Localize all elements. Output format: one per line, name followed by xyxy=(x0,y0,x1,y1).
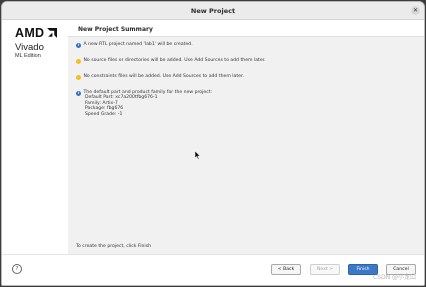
new-project-dialog: New Project ✕ AMD Vivado ML Edition New … xyxy=(1,1,425,286)
message-text: No constraints files will be added. Use … xyxy=(83,74,244,79)
warning-icon xyxy=(76,75,81,80)
summary-content: i A new RTL project named 'lab1' will be… xyxy=(68,37,424,255)
message-text: A new RTL project named 'lab1' will be c… xyxy=(83,42,193,47)
main-panel: New Project Summary i A new RTL project … xyxy=(68,20,424,255)
message-text: No source files or directories will be a… xyxy=(83,58,266,63)
info-icon: i xyxy=(76,43,81,48)
info-icon: i xyxy=(76,91,81,96)
page-title: New Project Summary xyxy=(78,26,153,33)
button-bar: ? < Back Next > Finish Cancel CSDN @小龙山 xyxy=(2,254,424,285)
warning-icon xyxy=(76,59,81,64)
watermark: CSDN @小龙山 xyxy=(372,274,416,281)
help-button[interactable]: ? xyxy=(12,264,22,274)
message-sources: No source files or directories will be a… xyxy=(76,58,266,64)
amd-wordmark: AMD xyxy=(15,26,45,40)
next-button[interactable]: Next > xyxy=(310,264,340,275)
message-project-name: i A new RTL project named 'lab1' will be… xyxy=(76,42,193,48)
mouse-pointer-icon xyxy=(195,151,201,160)
title-bar[interactable]: New Project ✕ xyxy=(2,2,424,20)
branding-panel: AMD Vivado ML Edition xyxy=(2,20,68,255)
window-title: New Project xyxy=(190,6,236,15)
edition-label: ML Edition xyxy=(15,53,41,59)
amd-logo: AMD xyxy=(15,26,58,40)
vivado-wordmark: Vivado xyxy=(15,42,44,53)
close-button[interactable]: ✕ xyxy=(411,6,420,15)
finish-instruction: To create the project, click Finish xyxy=(76,244,152,249)
message-text: The default part and product family for … xyxy=(83,90,213,117)
back-button[interactable]: < Back xyxy=(271,264,301,275)
message-constraints: No constraints files will be added. Use … xyxy=(76,74,244,80)
amd-arrow-icon xyxy=(47,27,58,38)
message-part-info: i The default part and product family fo… xyxy=(76,90,212,117)
